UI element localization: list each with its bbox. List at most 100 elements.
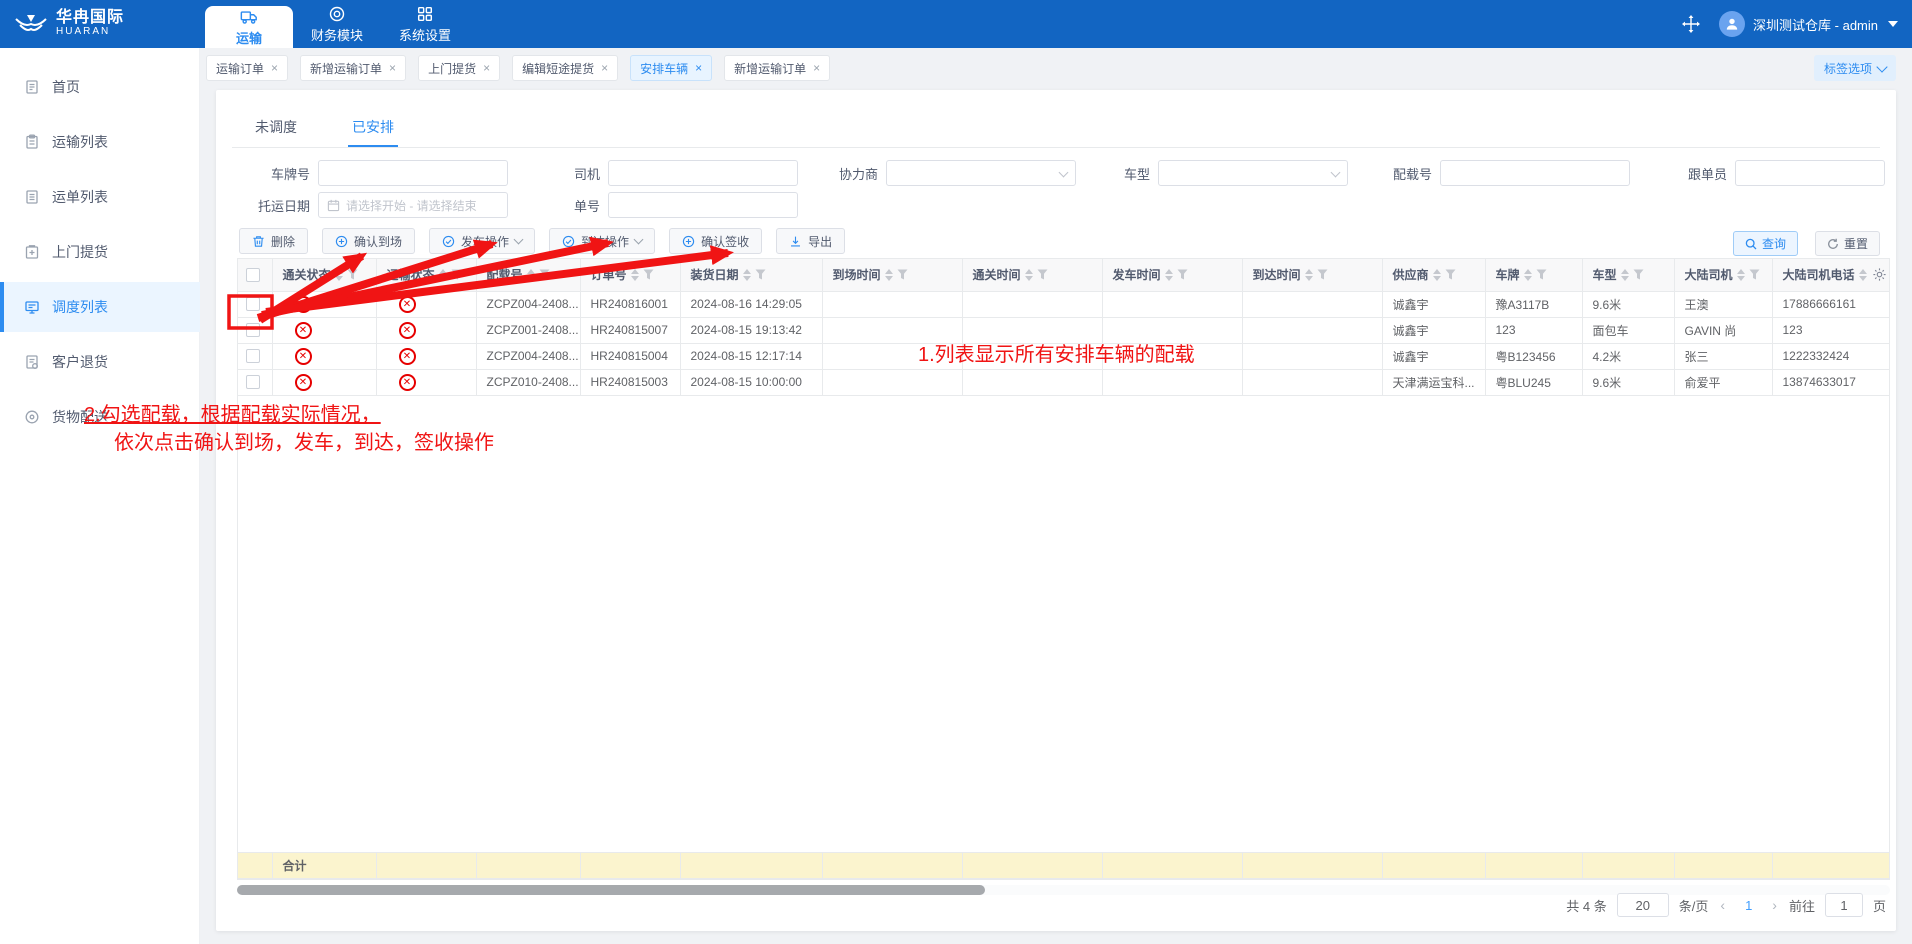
sidebar-item-label: 首页 [52,79,80,95]
close-icon[interactable] [813,62,820,74]
tag-transport-orders[interactable]: 运输订单 [206,55,289,81]
order-no-input[interactable] [608,192,798,218]
tag-edit-shorthaul-pickup[interactable]: 编辑短途提货 [512,55,619,81]
col-load-date: 装货日期 [690,268,739,283]
close-icon[interactable] [601,62,608,74]
next-page-button[interactable] [1770,897,1779,913]
query-button[interactable]: 查询 [1733,231,1799,256]
filter-icon[interactable] [755,269,766,280]
status-cross-icon [294,347,312,365]
partner-select[interactable] [886,160,1076,186]
sidebar-item-door-pickup[interactable]: 上门提货 [0,227,200,277]
user-menu[interactable]: 深圳测试仓库 - admin [1719,11,1898,37]
close-icon[interactable] [695,62,702,74]
filter-icon[interactable] [451,269,462,280]
sidebar-item-goods-delivery[interactable]: 货物配送 [0,392,200,442]
confirm-sign-button[interactable]: 确认签收 [669,228,763,254]
driver-input[interactable] [608,160,798,186]
sidebar-item-label: 上门提货 [52,244,108,260]
select-all-checkbox[interactable] [246,268,260,283]
filter-icon[interactable] [1536,269,1547,280]
delete-button[interactable]: 删除 [239,228,309,254]
sidebar-item-dispatch-list[interactable]: 调度列表 [0,282,200,332]
stowage-input[interactable] [1440,160,1630,186]
move-icon[interactable] [1681,14,1701,34]
sort-icon[interactable] [1164,268,1173,281]
close-icon[interactable] [389,62,396,74]
menu-finance[interactable]: 财务模块 [293,0,381,48]
filter-icon[interactable] [1317,269,1328,280]
vehicle-type-select[interactable] [1158,160,1348,186]
filter-icon[interactable] [1749,269,1760,280]
close-icon[interactable] [271,62,278,74]
sidebar-item-home[interactable]: 首页 [0,62,200,112]
ship-date-range-picker[interactable]: 请选择开始 - 请选择结束 [318,192,508,218]
current-page[interactable]: 1 [1737,898,1760,913]
sort-icon[interactable] [334,268,343,281]
tag-options-button[interactable]: 标签选项 [1813,55,1896,81]
prev-page-button[interactable] [1718,897,1727,913]
filter-icon[interactable] [1177,269,1188,280]
page-size-input[interactable]: 20 [1616,893,1669,917]
table-row[interactable]: ZCPZ004-2408... HR240815004 2024-08-15 1… [238,343,1889,370]
reset-button[interactable]: 重置 [1815,231,1881,256]
tab-unscheduled[interactable]: 未调度 [255,110,297,144]
filter-icon[interactable] [539,269,550,280]
row-checkbox[interactable] [246,323,260,338]
sidebar-item-waybill-list[interactable]: 运单列表 [0,172,200,222]
tag-new-transport-order[interactable]: 新增运输订单 [300,55,407,81]
follower-input[interactable] [1735,160,1885,186]
goto-page-input[interactable]: 1 [1824,893,1863,917]
sort-icon[interactable] [1432,268,1441,281]
cell-customs-time [962,343,1103,370]
menu-transport[interactable]: 运输 [205,6,293,48]
sort-icon[interactable] [438,268,447,281]
tag-options-label: 标签选项 [1823,61,1872,76]
tag-label: 运输订单 [216,61,265,76]
row-checkbox[interactable] [246,297,260,312]
sidebar-item-customer-returns[interactable]: 客户退货 [0,337,200,387]
table-row[interactable]: ZCPZ004-2408... HR240816001 2024-08-16 1… [238,291,1889,318]
sort-icon[interactable] [1304,268,1313,281]
cell-driver-phone: 123 [1772,317,1889,344]
sort-icon[interactable] [1024,268,1033,281]
scrollbar-thumb[interactable] [237,885,985,895]
tag-arrange-vehicle[interactable]: 安排车辆 [630,55,713,81]
status-cross-icon [398,347,416,365]
total-count: 共 4 条 [1566,898,1607,914]
tag-new-transport-order-2[interactable]: 新增运输订单 [724,55,831,81]
plate-input[interactable] [318,160,508,186]
menu-system-settings[interactable]: 系统设置 [381,0,469,48]
filter-icon[interactable] [1445,269,1456,280]
cell-arrive-time [822,317,963,344]
tab-arranged[interactable]: 已安排 [352,110,394,144]
sort-icon[interactable] [526,268,535,281]
sort-icon[interactable] [742,268,751,281]
sort-icon[interactable] [1620,268,1629,281]
pagination: 共 4 条 20 条/页 1 前往 1 页 [1566,893,1886,917]
filter-icon[interactable] [1633,269,1644,280]
sidebar-item-transport-list[interactable]: 运输列表 [0,117,200,167]
tag-door-pickup[interactable]: 上门提货 [418,55,501,81]
depart-ops-dropdown[interactable]: 发车操作 [429,228,536,254]
filter-icon[interactable] [897,269,908,280]
table-row[interactable]: ZCPZ001-2408... HR240815007 2024-08-15 1… [238,317,1889,344]
close-icon[interactable] [483,62,490,74]
partner-label: 协力商 [838,166,878,182]
row-checkbox[interactable] [246,375,260,390]
cell-vehicle-type: 9.6米 [1582,369,1675,396]
sort-icon[interactable] [1736,268,1745,281]
row-checkbox[interactable] [246,349,260,364]
sort-icon[interactable] [884,268,893,281]
sort-icon[interactable] [1523,268,1532,281]
filter-icon[interactable] [347,269,358,280]
table-row[interactable]: ZCPZ010-2408... HR240815003 2024-08-15 1… [238,369,1889,396]
export-button[interactable]: 导出 [776,228,846,254]
sort-icon[interactable] [630,268,639,281]
confirm-arrive-button[interactable]: 确认到场 [322,228,416,254]
sort-icon[interactable] [1858,268,1867,281]
reach-ops-dropdown[interactable]: 到达操作 [549,228,656,254]
filter-icon[interactable] [1037,269,1048,280]
filter-icon[interactable] [643,269,654,280]
gear-icon[interactable] [1872,267,1887,282]
